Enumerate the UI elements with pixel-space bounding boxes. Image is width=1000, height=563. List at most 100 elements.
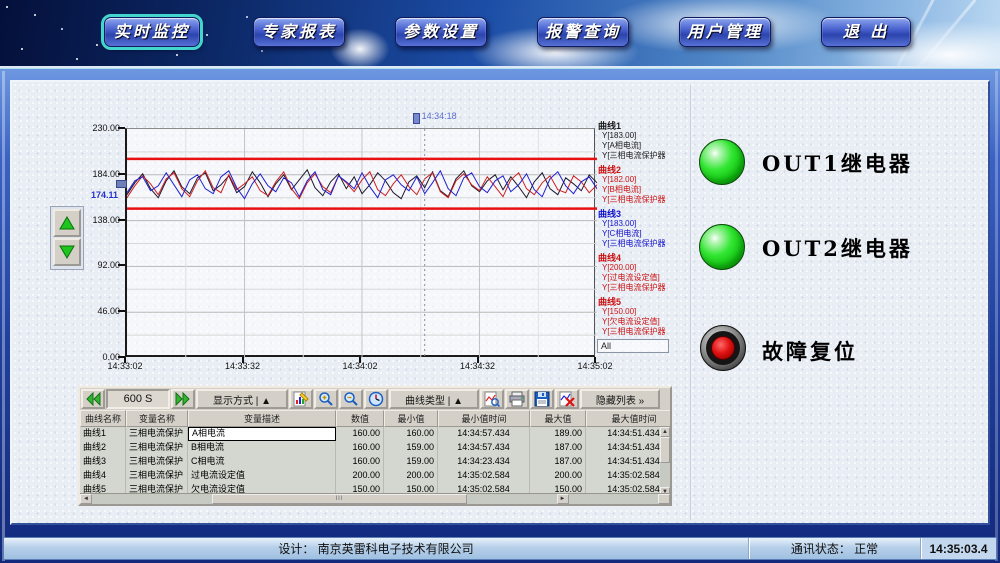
table-body: 曲线1三相电流保护A相电流160.00160.0014:34:57.434189… [80, 427, 662, 497]
column-header[interactable]: 变量描述 [188, 410, 336, 427]
table-cell: 200.00 [336, 469, 384, 483]
nav-button-user-management[interactable]: 用户管理 [679, 17, 771, 47]
scrollbar-left-icon[interactable]: ◄ [80, 494, 92, 504]
top-banner: 实时监控 专家报表 参数设置 报警查询 用户管理 退 出 [0, 0, 1000, 68]
trend-chart-svg [127, 129, 597, 358]
designer-credit: 设计： 南京英雷科电子技术有限公司 [4, 538, 748, 559]
nav-button-exit[interactable]: 退 出 [821, 17, 911, 47]
table-cell: 160.00 [384, 427, 438, 441]
trend-plot-area[interactable] [125, 128, 595, 357]
table-cell: 14:34:51.434 [586, 455, 662, 469]
hide-list-button[interactable]: 隐藏列表 » [580, 389, 660, 409]
column-header[interactable]: 最大值时间 [586, 410, 672, 427]
table-cell: 14:34:51.434 [586, 441, 662, 455]
nav-button-parameter-settings[interactable]: 参数设置 [395, 17, 487, 47]
hmi-screen: 实时监控 专家报表 参数设置 报警查询 用户管理 退 出 230.00 184.0… [0, 0, 1000, 563]
cursor-time-label: 14:34:18 [422, 111, 457, 121]
scrollbar-track[interactable] [92, 494, 212, 504]
table-cell: C相电流 [188, 455, 336, 469]
zoom-in-button[interactable] [314, 389, 338, 409]
current-value-marker-icon[interactable] [116, 180, 127, 188]
legend-curve-1: 曲线1 Y[183.00] Y[A相电流] Y[三相电流保护器 [598, 121, 686, 161]
table-cell: A相电流 [188, 427, 336, 441]
time-period-display: 600 S [106, 389, 170, 409]
curve-report-button[interactable] [480, 389, 504, 409]
table-cell: 159.00 [384, 455, 438, 469]
fast-backward-icon [85, 392, 101, 406]
table-cell: 14:35:02.584 [438, 469, 530, 483]
table-cell: 160.00 [336, 427, 384, 441]
table-header-row: 曲线名称变量名称变量描述数值最小值最小值时间最大值最大值时间平均值 [80, 410, 672, 427]
scrollbar-thumb[interactable] [660, 437, 670, 463]
x-axis-tick [242, 357, 244, 363]
table-cell: 曲线2 [80, 441, 126, 455]
legend-all-selector[interactable]: All [597, 339, 669, 353]
column-header[interactable]: 最小值 [384, 410, 438, 427]
clock-display: 14:35:03.4 [920, 538, 996, 559]
nav-button-expert-report[interactable]: 专家报表 [253, 17, 345, 47]
table-cell: 过电流设定值 [188, 469, 336, 483]
table-row[interactable]: 曲线2三相电流保护B相电流160.00159.0014:34:57.434187… [80, 441, 662, 455]
fast-forward-icon [175, 392, 191, 406]
out2-relay-label: OUT2继电器 [762, 233, 913, 263]
save-button[interactable] [530, 389, 554, 409]
y-axis-label: 138.00 [74, 215, 120, 225]
out2-relay-lamp-icon [699, 224, 745, 270]
time-range-icon [368, 391, 384, 407]
delete-curve-icon [559, 391, 575, 407]
column-header[interactable]: 最大值 [530, 410, 586, 427]
legend-curve-5: 曲线5 Y[150.00] Y[欠电流设定值] Y[三相电流保护器 [598, 297, 686, 337]
print-button[interactable] [505, 389, 529, 409]
y-axis-tick [118, 264, 125, 266]
table-cell: 曲线4 [80, 469, 126, 483]
out1-relay-lamp-icon [699, 139, 745, 185]
scrollbar-thumb[interactable]: III [212, 494, 467, 504]
scroll-up-icon [59, 216, 75, 230]
x-axis-tick [124, 357, 126, 363]
y-axis-label: 92.00 [74, 260, 120, 270]
time-range-button[interactable] [364, 389, 388, 409]
delete-curve-button[interactable] [555, 389, 579, 409]
y-axis-label: 230.00 [74, 123, 120, 133]
fast-forward-button[interactable] [171, 389, 195, 409]
column-header[interactable]: 最小值时间 [438, 410, 530, 427]
column-header[interactable]: 曲线名称 [80, 410, 126, 427]
table-cell: 三相电流保护 [126, 441, 188, 455]
y-axis-label: 184.00 [74, 169, 120, 179]
report-button[interactable] [289, 389, 313, 409]
table-row[interactable]: 曲线4三相电流保护过电流设定值200.00200.0014:35:02.5842… [80, 469, 662, 483]
display-mode-button[interactable]: 显示方式 | ▲ [196, 389, 288, 409]
table-cell: 189.00 [530, 427, 586, 441]
nav-button-alarm-query[interactable]: 报警查询 [537, 17, 629, 47]
table-cell: 187.00 [530, 455, 586, 469]
curve-data-panel: 600 S 显示方式 | ▲ 曲线类型 | ▲ [78, 386, 672, 506]
table-cell: 187.00 [530, 441, 586, 455]
x-axis-tick [359, 357, 361, 363]
fault-reset-button[interactable] [700, 325, 746, 371]
zoom-out-button[interactable] [339, 389, 363, 409]
column-header[interactable]: 数值 [336, 410, 384, 427]
scrollbar-up-icon[interactable]: ▲ [660, 427, 670, 437]
table-cell: 160.00 [336, 455, 384, 469]
table-horizontal-scrollbar[interactable]: ◄ III ► [80, 493, 670, 504]
status-bar: 设计： 南京英雷科电子技术有限公司 通讯状态： 正常 14:35:03.4 [3, 537, 997, 560]
scrollbar-right-icon[interactable]: ► [557, 494, 569, 504]
table-cell: 14:34:57.434 [438, 427, 530, 441]
fast-backward-button[interactable] [81, 389, 105, 409]
save-icon [534, 391, 550, 407]
zoom-in-icon [318, 391, 334, 407]
table-row[interactable]: 曲线1三相电流保护A相电流160.00160.0014:34:57.434189… [80, 427, 662, 441]
cursor-flag-icon[interactable] [413, 113, 420, 124]
stars-decoration [6, 6, 8, 8]
table-cell: 160.00 [336, 441, 384, 455]
nav-button-realtime-monitor[interactable]: 实时监控 [104, 17, 200, 47]
out1-relay-label: OUT1继电器 [762, 148, 913, 178]
scroll-down-icon [59, 245, 75, 259]
table-row[interactable]: 曲线3三相电流保护C相电流160.00159.0014:34:23.434187… [80, 455, 662, 469]
y-axis-tick [118, 310, 125, 312]
y-axis-tick [118, 173, 125, 175]
column-header[interactable]: 变量名称 [126, 410, 188, 427]
curve-type-button[interactable]: 曲线类型 | ▲ [389, 389, 479, 409]
y-axis-tick [118, 219, 125, 221]
table-vertical-scrollbar[interactable]: ▲ ▼ [660, 427, 670, 497]
